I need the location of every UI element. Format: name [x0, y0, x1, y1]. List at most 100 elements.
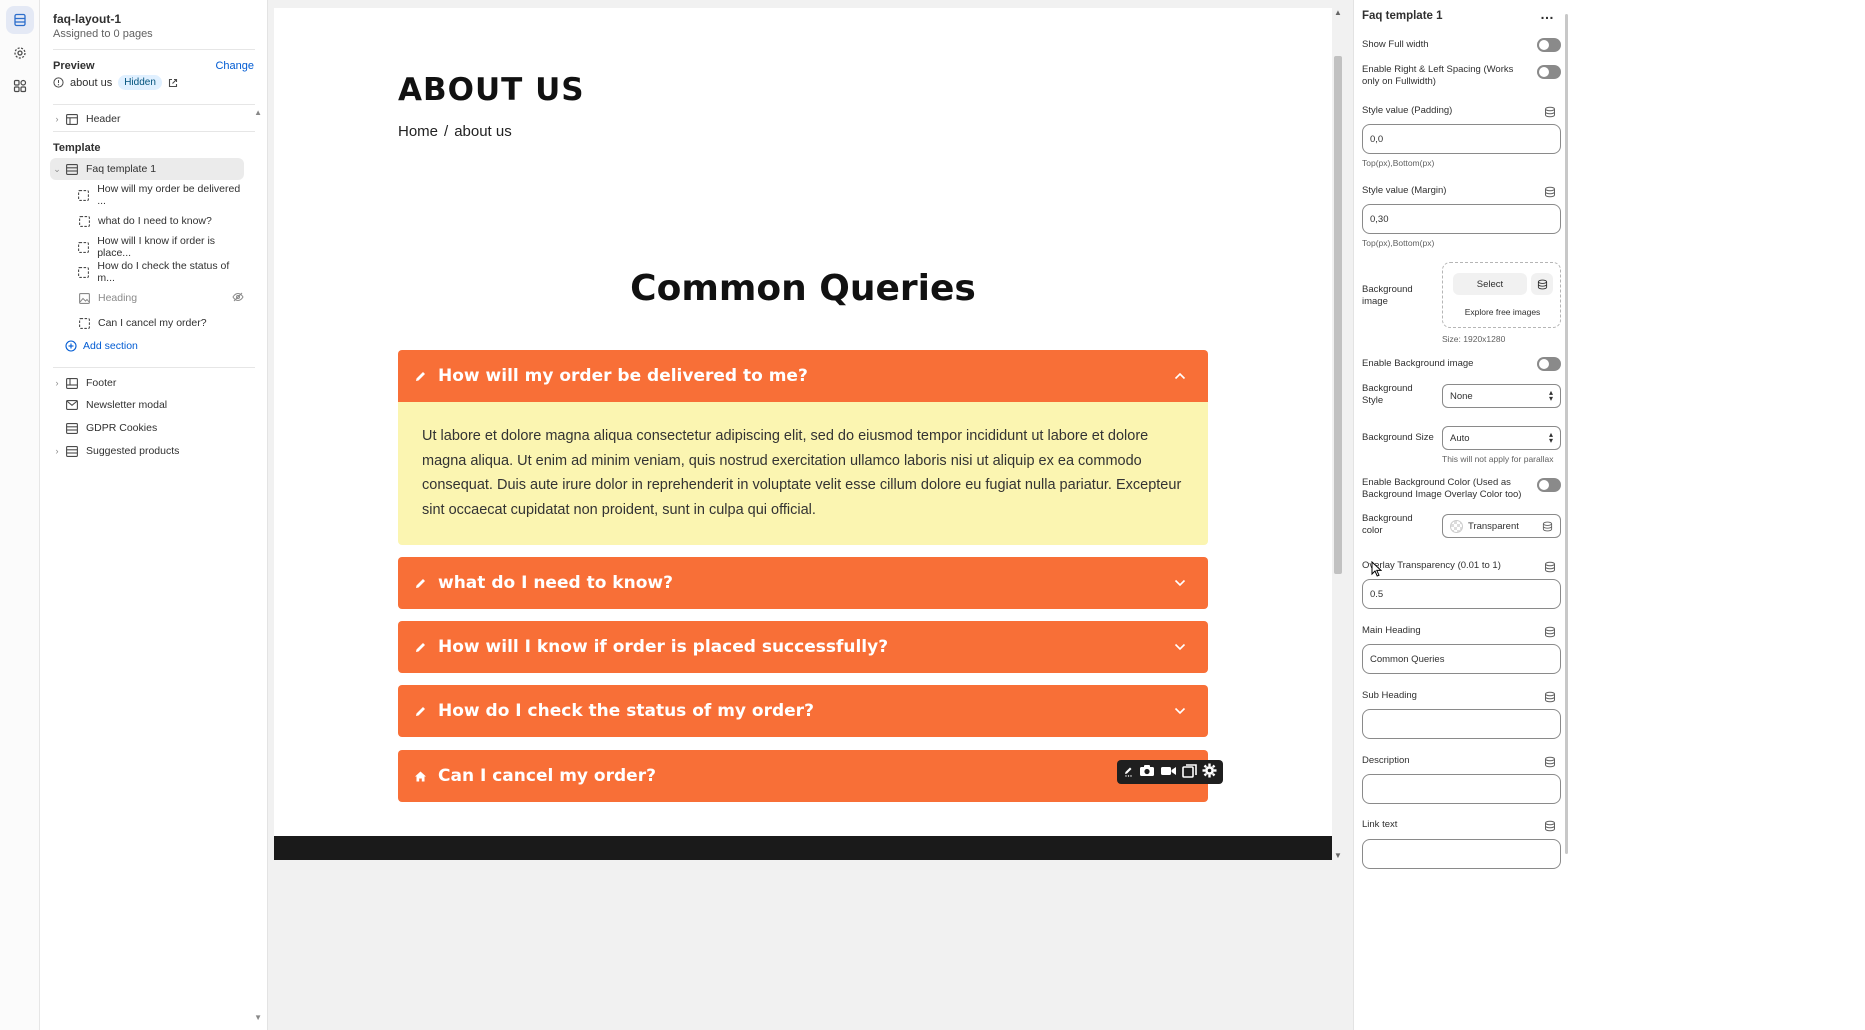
chevron-right-icon[interactable]: ›: [50, 446, 64, 456]
scrollbar-thumb[interactable]: [1334, 56, 1342, 574]
faq-question: Can I cancel my order?: [438, 766, 656, 786]
scroll-up-icon[interactable]: ▲: [1334, 8, 1342, 17]
color-swatch[interactable]: [1450, 519, 1463, 533]
block-item-heading[interactable]: Heading: [76, 287, 244, 309]
dynamic-source-icon[interactable]: [1544, 756, 1556, 768]
block-toolbar: [1117, 760, 1223, 784]
change-link[interactable]: Change: [215, 60, 254, 72]
sections-icon[interactable]: [6, 6, 34, 34]
dynamic-source-icon[interactable]: [1544, 186, 1556, 198]
faq-item[interactable]: How do I check the status of my order?: [398, 685, 1208, 737]
page-title: ABOUT US: [398, 72, 585, 108]
margin-input[interactable]: 0,30: [1362, 204, 1561, 234]
dynamic-source-icon[interactable]: [1544, 691, 1556, 703]
bg-size-select[interactable]: Auto ▴ ▾: [1442, 426, 1561, 450]
canvas-scrollbar[interactable]: ▲ ▼: [1333, 8, 1343, 860]
faq-answer: Ut labore et dolore magna aliqua consect…: [398, 402, 1208, 545]
duplicate-icon[interactable]: [1181, 763, 1197, 781]
scroll-up-icon[interactable]: ▲: [254, 108, 262, 117]
pencil-icon: [414, 641, 434, 654]
block-item[interactable]: what do I need to know?: [76, 210, 244, 232]
divider: [53, 49, 255, 50]
edit-link-icon[interactable]: [1124, 765, 1134, 780]
chevron-down-icon[interactable]: [1168, 643, 1192, 651]
panel-scrollbar[interactable]: [1565, 0, 1569, 1030]
sidebar-item-newsletter[interactable]: Newsletter modal: [50, 394, 244, 416]
sidebar-item-label: GDPR Cookies: [86, 422, 158, 434]
video-icon[interactable]: [1160, 765, 1177, 780]
more-options-icon[interactable]: …: [1540, 6, 1554, 22]
bg-style-select[interactable]: None ▴ ▾: [1442, 384, 1561, 408]
bg-color-picker[interactable]: Transparent: [1442, 514, 1561, 538]
show-full-width-toggle[interactable]: [1537, 38, 1561, 52]
faq-question: How do I check the status of my order?: [438, 701, 814, 721]
scroll-down-icon[interactable]: ▼: [1334, 851, 1342, 860]
select-image-button[interactable]: Select: [1453, 273, 1527, 295]
add-section-button[interactable]: Add section: [65, 340, 138, 352]
sidebar-item-footer[interactable]: › Footer: [50, 372, 244, 394]
block-label: How do I check the status of m...: [97, 260, 230, 284]
preview-canvas[interactable]: ABOUT US Home / about us Common Queries …: [274, 8, 1332, 860]
enable-spacing-toggle[interactable]: [1537, 65, 1561, 79]
external-link-icon[interactable]: [168, 78, 178, 88]
faq-question-header[interactable]: How will I know if order is placed succe…: [398, 621, 1208, 673]
padding-help: Top(px),Bottom(px): [1362, 158, 1435, 168]
sidebar-item-header[interactable]: › Header: [50, 108, 244, 130]
chevron-down-icon[interactable]: [1168, 707, 1192, 715]
sidebar-item-faq-template[interactable]: ⌄ Faq template 1: [50, 158, 244, 180]
add-section-label: Add section: [83, 340, 138, 352]
mail-icon: [64, 398, 80, 412]
dynamic-source-icon[interactable]: [1544, 561, 1556, 573]
faq-item[interactable]: what do I need to know?: [398, 557, 1208, 609]
description-label: Description: [1362, 755, 1410, 766]
sidebar-item-gdpr[interactable]: GDPR Cookies: [50, 417, 244, 439]
sidebar-item-label: Footer: [86, 377, 117, 389]
eye-off-icon[interactable]: [232, 292, 244, 305]
faq-question-header[interactable]: How will my order be delivered to me?: [398, 350, 1208, 402]
dynamic-source-icon[interactable]: [1531, 273, 1553, 295]
faq-question-header[interactable]: Can I cancel my order?: [398, 750, 1208, 802]
description-input[interactable]: [1362, 774, 1561, 804]
sidebar-item-suggested-products[interactable]: › Suggested products: [50, 440, 244, 462]
dynamic-source-icon[interactable]: [1544, 626, 1556, 638]
faq-question-header[interactable]: what do I need to know?: [398, 557, 1208, 609]
show-full-width-label: Show Full width: [1362, 39, 1429, 50]
scrollbar-thumb[interactable]: [1565, 14, 1568, 854]
faq-item[interactable]: How will I know if order is placed succe…: [398, 621, 1208, 673]
bg-color-value: Transparent: [1468, 520, 1519, 532]
image-icon: [76, 291, 92, 305]
dynamic-source-icon[interactable]: [1544, 106, 1556, 118]
chevron-right-icon[interactable]: ›: [50, 378, 64, 388]
explore-images-link[interactable]: Explore free images: [1443, 307, 1562, 317]
block-item[interactable]: How will I know if order is place...: [76, 235, 244, 259]
overlay-input[interactable]: 0.5: [1362, 579, 1561, 609]
chevron-down-icon[interactable]: ⌄: [50, 164, 64, 175]
faq-item[interactable]: How will my order be delivered to me? Ut…: [398, 350, 1208, 545]
sub-heading-input[interactable]: [1362, 709, 1561, 739]
preview-page: about us: [70, 76, 113, 89]
chevron-down-icon[interactable]: [1168, 579, 1192, 587]
breadcrumb-home[interactable]: Home: [398, 123, 438, 140]
enable-bg-color-toggle[interactable]: [1537, 478, 1561, 492]
camera-icon[interactable]: [1139, 764, 1155, 780]
dynamic-source-icon[interactable]: [1542, 521, 1553, 532]
block-icon: [76, 265, 91, 279]
faq-item[interactable]: Can I cancel my order?: [398, 750, 1208, 802]
block-item[interactable]: How do I check the status of m...: [76, 260, 244, 284]
settings-icon[interactable]: [6, 39, 34, 67]
main-heading-input[interactable]: Common Queries: [1362, 644, 1561, 674]
dynamic-source-icon[interactable]: [1544, 820, 1556, 832]
padding-input[interactable]: 0,0: [1362, 124, 1561, 154]
margin-help: Top(px),Bottom(px): [1362, 238, 1435, 248]
chevron-up-icon[interactable]: [1168, 372, 1192, 380]
block-item[interactable]: How will my order be delivered ...: [76, 183, 244, 207]
enable-bg-image-toggle[interactable]: [1537, 357, 1561, 371]
gear-icon[interactable]: [1202, 763, 1217, 781]
block-item[interactable]: Can I cancel my order?: [76, 312, 244, 334]
faq-question-header[interactable]: How do I check the status of my order?: [398, 685, 1208, 737]
apps-icon[interactable]: [6, 72, 34, 100]
section-icon: [64, 162, 80, 176]
link-text-input[interactable]: [1362, 839, 1561, 869]
chevron-right-icon[interactable]: ›: [50, 114, 64, 124]
scroll-down-icon[interactable]: ▼: [254, 1013, 262, 1022]
